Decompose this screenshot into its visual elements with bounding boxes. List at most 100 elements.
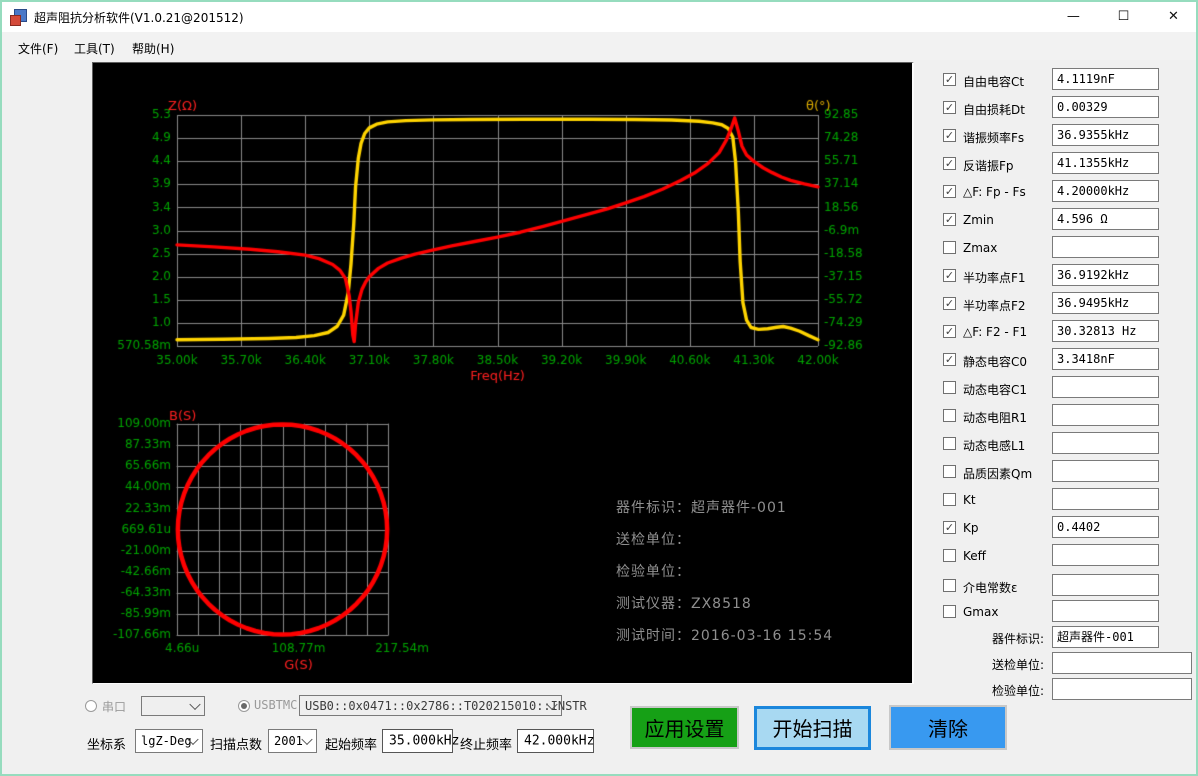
start-scan-button[interactable]: 开始扫描 [754,706,871,750]
serial-label: 串口 [102,698,126,715]
start-freq-label: 起始频率 [325,734,377,753]
checkbox-checked-icon[interactable]: ✓ [943,185,956,198]
sweep-points-select[interactable]: 2001 [268,729,317,753]
param-value-field[interactable] [1052,432,1159,454]
param-value-field[interactable]: 0.4402 [1052,516,1159,538]
title-bar: 超声阻抗分析软件(V1.0.21@201512) — ☐ ✕ [2,2,1196,32]
param-label: 反谐振Fp [963,157,1014,174]
device-field-label: 器件标识: [943,630,1044,647]
param-label: 半功率点F1 [963,269,1026,286]
param-label: Kp [963,521,979,535]
app-window: 超声阻抗分析软件(V1.0.21@201512) — ☐ ✕ 文件(F) 工具(… [0,0,1198,776]
window-title: 超声阻抗分析软件(V1.0.21@201512) [34,9,244,26]
menu-tools[interactable]: 工具(T) [70,38,119,59]
clear-button[interactable]: 清除 [889,705,1007,750]
chevron-down-icon [301,734,312,745]
device-field-input[interactable] [1052,652,1192,674]
param-value-field[interactable]: 30.32813 Hz [1052,320,1159,342]
param-label: △F: Fp - Fs [963,185,1026,199]
checkbox-checked-icon[interactable]: ✓ [943,157,956,170]
checkbox-unchecked-icon[interactable] [943,605,956,618]
checkbox-unchecked-icon[interactable] [943,493,956,506]
serial-port-select[interactable] [141,696,205,716]
maximize-icon[interactable]: ☐ [1101,2,1146,32]
param-value-field[interactable] [1052,460,1159,482]
param-value-field[interactable]: 0.00329 [1052,96,1159,118]
param-label: 介电常数ε [963,579,1018,596]
chart-info-block: 器件标识：超声器件-001送检单位：检验单位：测试仪器：ZX8518测试时间：2… [616,497,833,657]
param-value-field[interactable] [1052,544,1159,566]
param-label: 谐振频率Fs [963,129,1024,146]
param-label: Kt [963,493,976,507]
checkbox-checked-icon[interactable]: ✓ [943,129,956,142]
minimize-icon[interactable]: — [1051,2,1096,32]
checkbox-unchecked-icon[interactable] [943,437,956,450]
checkbox-unchecked-icon[interactable] [943,579,956,592]
apply-settings-button[interactable]: 应用设置 [630,706,739,749]
param-label: Zmin [963,213,994,227]
param-label: 自由损耗Dt [963,101,1025,118]
checkbox-unchecked-icon[interactable] [943,465,956,478]
checkbox-checked-icon[interactable]: ✓ [943,73,956,86]
param-value-field[interactable] [1052,404,1159,426]
chart-panel: 器件标识：超声器件-001送检单位：检验单位：测试仪器：ZX8518测试时间：2… [92,62,914,684]
param-label: Zmax [963,241,997,255]
app-icon [10,9,26,25]
param-value-field[interactable]: 36.9355kHz [1052,124,1159,146]
chart-info-line-0: 器件标识：超声器件-001 [616,497,833,529]
param-label: Gmax [963,605,998,619]
stop-freq-label: 终止频率 [460,734,512,753]
close-icon[interactable]: ✕ [1151,2,1196,32]
param-value-field[interactable] [1052,488,1159,510]
param-value-field[interactable] [1052,574,1159,596]
checkbox-checked-icon[interactable]: ✓ [943,325,956,338]
param-label: 动态电感L1 [963,437,1025,454]
param-value-field[interactable]: 3.3418nF [1052,348,1159,370]
device-field-label: 送检单位: [943,656,1044,673]
checkbox-unchecked-icon[interactable] [943,381,956,394]
usbtmc-label: USBTMC [254,698,297,712]
param-value-field[interactable]: 41.1355kHz [1052,152,1159,174]
checkbox-checked-icon[interactable]: ✓ [943,521,956,534]
param-label: Keff [963,549,986,563]
param-label: 动态电容C1 [963,381,1027,398]
checkbox-checked-icon[interactable]: ✓ [943,101,956,114]
param-label: 半功率点F2 [963,297,1026,314]
chart-info-line-2: 检验单位： [616,561,833,593]
device-field-input[interactable]: 超声器件-001 [1052,626,1159,648]
menu-bar: 文件(F) 工具(T) 帮助(H) [2,32,1196,60]
checkbox-checked-icon[interactable]: ✓ [943,297,956,310]
device-field-input[interactable] [1052,678,1192,700]
menu-help[interactable]: 帮助(H) [128,38,178,59]
param-value-field[interactable]: 4.596 Ω [1052,208,1159,230]
device-field-label: 检验单位: [943,682,1044,699]
param-value-field[interactable]: 36.9495kHz [1052,292,1159,314]
checkbox-unchecked-icon[interactable] [943,409,956,422]
checkbox-checked-icon[interactable]: ✓ [943,353,956,366]
checkbox-unchecked-icon[interactable] [943,549,956,562]
param-value-field[interactable]: 4.20000kHz [1052,180,1159,202]
menu-file[interactable]: 文件(F) [14,38,62,59]
checkbox-checked-icon[interactable]: ✓ [943,269,956,282]
checkbox-checked-icon[interactable]: ✓ [943,213,956,226]
chart-info-line-1: 送检单位： [616,529,833,561]
chevron-down-icon [189,699,200,710]
param-value-field[interactable] [1052,236,1159,258]
param-label: 动态电阻R1 [963,409,1027,426]
param-value-field[interactable]: 36.9192kHz [1052,264,1159,286]
coord-system-select[interactable]: lgZ-Deg [135,729,203,753]
param-label: 品质因素Qm [963,465,1032,482]
chart-info-line-4: 测试时间：2016-03-16 15:54 [616,625,833,657]
param-value-field[interactable] [1052,376,1159,398]
chart-info-line-3: 测试仪器：ZX8518 [616,593,833,625]
param-value-field[interactable]: 4.1119nF [1052,68,1159,90]
start-freq-input[interactable]: 35.000kHz [382,729,453,753]
stop-freq-input[interactable]: 42.000kHz [517,729,594,753]
checkbox-unchecked-icon[interactable] [943,241,956,254]
param-value-field[interactable] [1052,600,1159,622]
coord-system-label: 坐标系 [87,734,126,753]
serial-radio[interactable] [85,700,97,712]
usbtmc-address-select[interactable]: USB0::0x0471::0x2786::T020215010::INSTR [299,695,562,716]
param-label: 自由电容Ct [963,73,1024,90]
usbtmc-radio[interactable] [238,700,250,712]
